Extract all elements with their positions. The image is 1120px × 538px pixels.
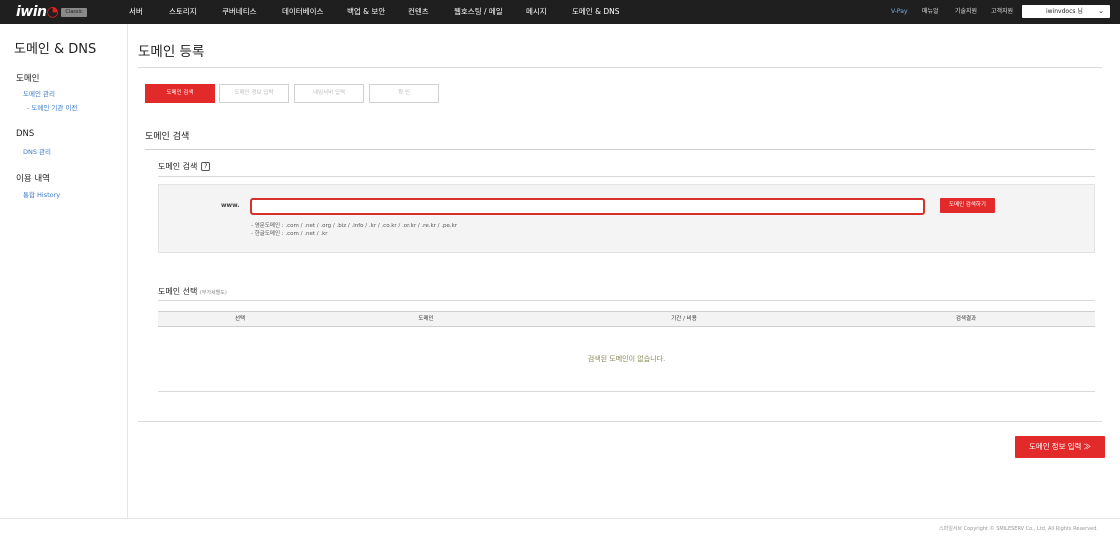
step-domain-search: 도메인 검색 [145,84,215,103]
nav-backup-security[interactable]: 백업 & 보안 [347,0,385,24]
domain-search-input[interactable] [250,198,925,215]
section-title: 도메인 검색 [145,132,190,142]
sidebar-heading-domain: 도메인 [16,74,40,84]
help-icon[interactable]: ? [201,162,211,171]
vpay-link[interactable]: V-Pay [891,0,908,24]
tech-support-link[interactable]: 기술지원 [955,0,977,24]
search-panel [158,184,1095,253]
user-name: iwinvdocs 님 [1046,8,1083,15]
sidebar-item-domain-transfer[interactable]: - 도메인 기관 이전 [27,102,77,112]
sidebar-heading-dns: DNS [16,129,35,139]
sidebar-item-domain-management[interactable]: 도메인 관리 [23,88,55,98]
sidebar-item-dns-management[interactable]: DNS 관리 [23,146,51,156]
domain-search-button[interactable]: 도메인 검색하기 [940,198,995,213]
footer: 스마일서브 Copyright © SMILESERV Co., Ltd. Al… [0,518,1120,538]
iwinv-logo[interactable]: iwin◔ [16,4,59,20]
korean-domain-note: - 한글도메인 : .com / .net / .kr [251,231,328,237]
search-subtitle-divider [158,176,1095,177]
nav-webhosting-mail[interactable]: 웹호스팅 / 메일 [454,0,503,24]
next-domain-info-button[interactable]: 도메인 정보 입력 ≫ [1015,436,1105,458]
selection-subtitle: 도메인 선택 (부가세별도) [158,287,227,296]
empty-table-message: 검색된 도메인이 없습니다. [587,355,666,363]
column-domain: 도메인 [418,316,434,322]
domain-table-header: 선택 도메인 기간 / 비용 검색결과 [158,311,1095,327]
nav-kubernetes[interactable]: 쿠버네티스 [222,0,257,24]
step-nameserver: 네임서버 입력 [294,84,364,103]
nav-domain-dns[interactable]: 도메인 & DNS [572,0,619,24]
column-select: 선택 [234,316,246,322]
top-navigation-bar: iwin◔ Classic 서버 스토리지 쿠버네티스 데이터베이스 백업 & … [0,0,1120,24]
chevron-down-icon: ⌄ [1098,7,1104,15]
classic-badge: Classic [61,8,87,17]
column-search-result: 검색결과 [955,316,977,322]
table-bottom-divider [158,391,1095,392]
customer-support-link[interactable]: 고객지원 [991,0,1013,24]
page-title: 도메인 등록 [138,44,205,60]
user-account-select[interactable]: iwinvdocs 님 ⌄ [1022,5,1110,18]
nav-message[interactable]: 메시지 [526,0,547,24]
step-confirm: 확 인 [369,84,439,103]
vat-note: (부가세별도) [199,290,227,296]
content-bottom-divider [138,421,1102,422]
nav-storage[interactable]: 스토리지 [169,0,197,24]
nav-contents[interactable]: 컨텐츠 [408,0,429,24]
section-divider [145,149,1095,150]
www-prefix: www. [221,202,240,209]
sidebar-heading-usage: 이용 내역 [16,174,50,184]
copyright-text: 스마일서브 Copyright © SMILESERV Co., Ltd. Al… [939,526,1098,532]
nav-database[interactable]: 데이터베이스 [282,0,323,24]
column-period-cost: 기간 / 비용 [671,316,697,322]
sidebar: 도메인 & DNS 도메인 도메인 관리 - 도메인 기관 이전 DNS DNS… [0,24,128,518]
step-domain-info: 도메인 정보 입력 [219,84,289,103]
title-divider [138,67,1102,68]
search-subtitle: 도메인 검색? [158,161,211,172]
english-domain-note: - 영문도메인 : .com / .net / .org / .biz / .i… [251,223,458,229]
nav-server[interactable]: 서버 [129,0,143,24]
sidebar-title: 도메인 & DNS [14,42,97,57]
selection-subtitle-divider [158,300,1095,301]
manual-link[interactable]: 매뉴얼 [922,0,939,24]
sidebar-item-history[interactable]: 통합 History [23,189,60,199]
